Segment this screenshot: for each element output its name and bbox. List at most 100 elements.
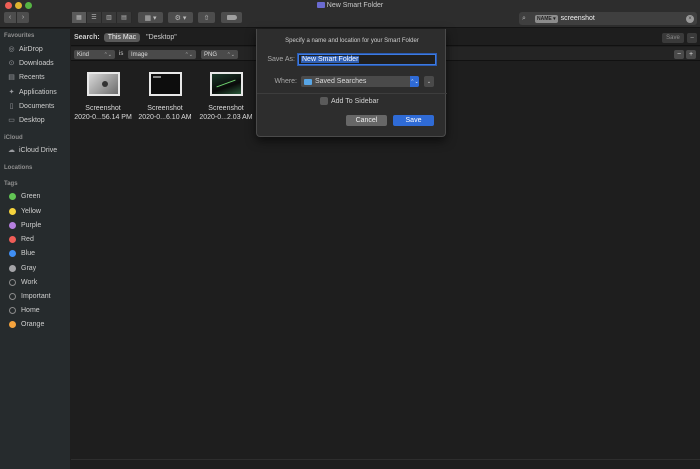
sidebar-item-label: Yellow [21,207,41,215]
sidebar-tag-purple[interactable]: Purple [7,219,41,231]
attribute-popup[interactable]: Kind ⌃⌄ [74,50,115,59]
sidebar-item-label: iCloud Drive [19,146,58,154]
sidebar-item-downloads[interactable]: ⊙ Downloads [7,57,54,69]
edit-tags-button[interactable] [221,12,242,23]
save-search-button[interactable]: Save [662,33,684,43]
search-input[interactable]: screenshot [561,15,686,22]
tag-icon [226,15,237,20]
cancel-button[interactable]: Cancel [346,115,387,126]
chevron-updown-icon: ⌃⌄ [226,51,235,58]
thumbnail-detail [101,81,108,87]
sidebar-item-label: AirDrop [19,45,43,53]
sidebar-item-icloud-drive[interactable]: ☁ iCloud Drive [7,144,57,156]
file-name: Screenshot [85,105,121,112]
remove-criterion-button[interactable]: − [674,50,684,59]
sidebar-item-desktop[interactable]: ▭ Desktop [7,114,45,126]
expand-sheet-button[interactable]: ⌄ [424,76,434,87]
kind-value-popup[interactable]: Image ⌃⌄ [128,50,196,59]
title-bar: New Smart Folder ‹ › ▦ ☰ ▥ ▤ ▦ ▾ ⚙ ▾ ⇧ ⌕… [0,0,700,28]
recents-icon: ▤ [8,74,15,81]
cloud-icon: ☁ [8,147,15,154]
add-to-sidebar-checkbox[interactable] [320,97,328,105]
add-criterion-button[interactable]: + [686,50,696,59]
sidebar-header-icloud: iCloud [4,135,23,141]
clear-search-icon[interactable]: × [686,14,694,23]
file-item[interactable]: Screenshot 2020-0...56.14 PM [71,72,135,122]
sidebar-item-label: Home [21,306,40,314]
sidebar-tag-important[interactable]: Important [7,290,51,302]
folder-icon [304,78,312,85]
add-to-sidebar-row[interactable]: Add To Sidebar [320,97,379,105]
thumbnail-detail [152,76,161,78]
search-scope-label: Search: [74,33,100,41]
back-button[interactable]: ‹ [4,12,16,23]
sidebar-header-favourites: Favourites [4,33,35,39]
file-item[interactable]: Screenshot 2020-0...2.03 AM [194,72,258,122]
sidebar-item-recents[interactable]: ▤ Recents [7,71,45,83]
icon-view-button[interactable]: ▦ [72,12,87,23]
sidebar-header-locations: Locations [4,165,33,171]
file-thumbnail [86,72,120,96]
forward-button[interactable]: › [17,12,29,23]
search-field[interactable]: ⌕ NAME ▾ screenshot × [519,12,697,25]
red-tag-dot-icon [9,235,16,243]
sidebar-tag-yellow[interactable]: Yellow [7,205,41,217]
save-as-label: Save As: [267,56,295,63]
scope-this-mac-button[interactable]: This Mac [103,32,141,42]
file-item[interactable]: Screenshot 2020-0...6.10 AM [133,72,197,122]
chevron-left-icon: ‹ [8,14,12,21]
save-smart-folder-sheet: Specify a name and location for your Sma… [256,29,447,137]
save-button[interactable]: Save [393,115,434,126]
sidebar-item-label: Work [21,278,38,286]
sidebar-tag-home[interactable]: Home [7,304,40,316]
column-view-button[interactable]: ▥ [102,12,117,23]
search-token-name[interactable]: NAME ▾ [535,14,558,23]
scope-desktop-button[interactable]: "Desktop" [146,34,177,41]
sidebar-tag-work[interactable]: Work [7,276,37,288]
chevron-updown-icon: ⌃⌄ [103,51,112,58]
sidebar-tag-blue[interactable]: Blue [7,247,35,259]
sidebar-tag-green[interactable]: Green [7,190,40,202]
sidebar-item-label: Green [21,192,41,200]
group-by-button[interactable]: ▦ ▾ [138,12,163,23]
empty-tag-dot-icon [9,306,16,314]
add-to-sidebar-label: Add To Sidebar [331,97,379,105]
sidebar-item-label: Purple [21,221,42,229]
file-date: 2020-0...6.10 AM [138,114,192,121]
format-value: PNG [204,51,218,58]
operator-label: is [119,51,124,57]
gallery-view-button[interactable]: ▤ [117,12,132,23]
chevron-right-icon: › [21,14,25,21]
sidebar-item-label: Gray [21,264,37,272]
share-button[interactable]: ⇧ [198,12,215,23]
sidebar-item-label: Orange [21,320,45,328]
sidebar-tag-orange[interactable]: Orange [7,318,44,330]
chevron-updown-icon: ⌃⌄ [410,76,419,87]
format-popup[interactable]: PNG ⌃⌄ [201,50,238,59]
save-as-input[interactable]: New Smart Folder [298,54,436,65]
search-icon: ⌕ [522,14,526,22]
file-date: 2020-0...56.14 PM [74,114,132,121]
file-name: Screenshot [208,105,244,112]
sidebar-item-label: Red [21,235,34,243]
sidebar-tag-gray[interactable]: Gray [7,262,36,274]
purple-tag-dot-icon [9,221,16,229]
sidebar-item-label: Documents [19,102,55,110]
where-popup[interactable]: Saved Searches ⌃⌄ [301,76,419,87]
sidebar-item-applications[interactable]: ✦ Applications [7,86,57,98]
where-label: Where: [274,78,297,85]
sidebar-item-documents[interactable]: ▯ Documents [7,100,55,112]
where-value: Saved Searches [315,78,367,85]
sheet-message: Specify a name and location for your Sma… [285,38,419,44]
action-menu-button[interactable]: ⚙ ▾ [168,12,193,23]
sidebar-item-label: Applications [19,88,57,96]
downloads-icon: ⊙ [8,60,15,67]
chevron-updown-icon: ⌃⌄ [184,51,193,58]
sidebar-item-airdrop[interactable]: ◎ AirDrop [7,43,43,55]
sidebar-tag-red[interactable]: Red [7,233,34,245]
remove-scope-button[interactable]: − [687,33,697,43]
list-view-button[interactable]: ☰ [87,12,102,23]
share-icon: ⇧ [203,14,210,22]
group-icon: ▦ ▾ [144,14,157,22]
attribute-value: Kind [77,51,90,58]
